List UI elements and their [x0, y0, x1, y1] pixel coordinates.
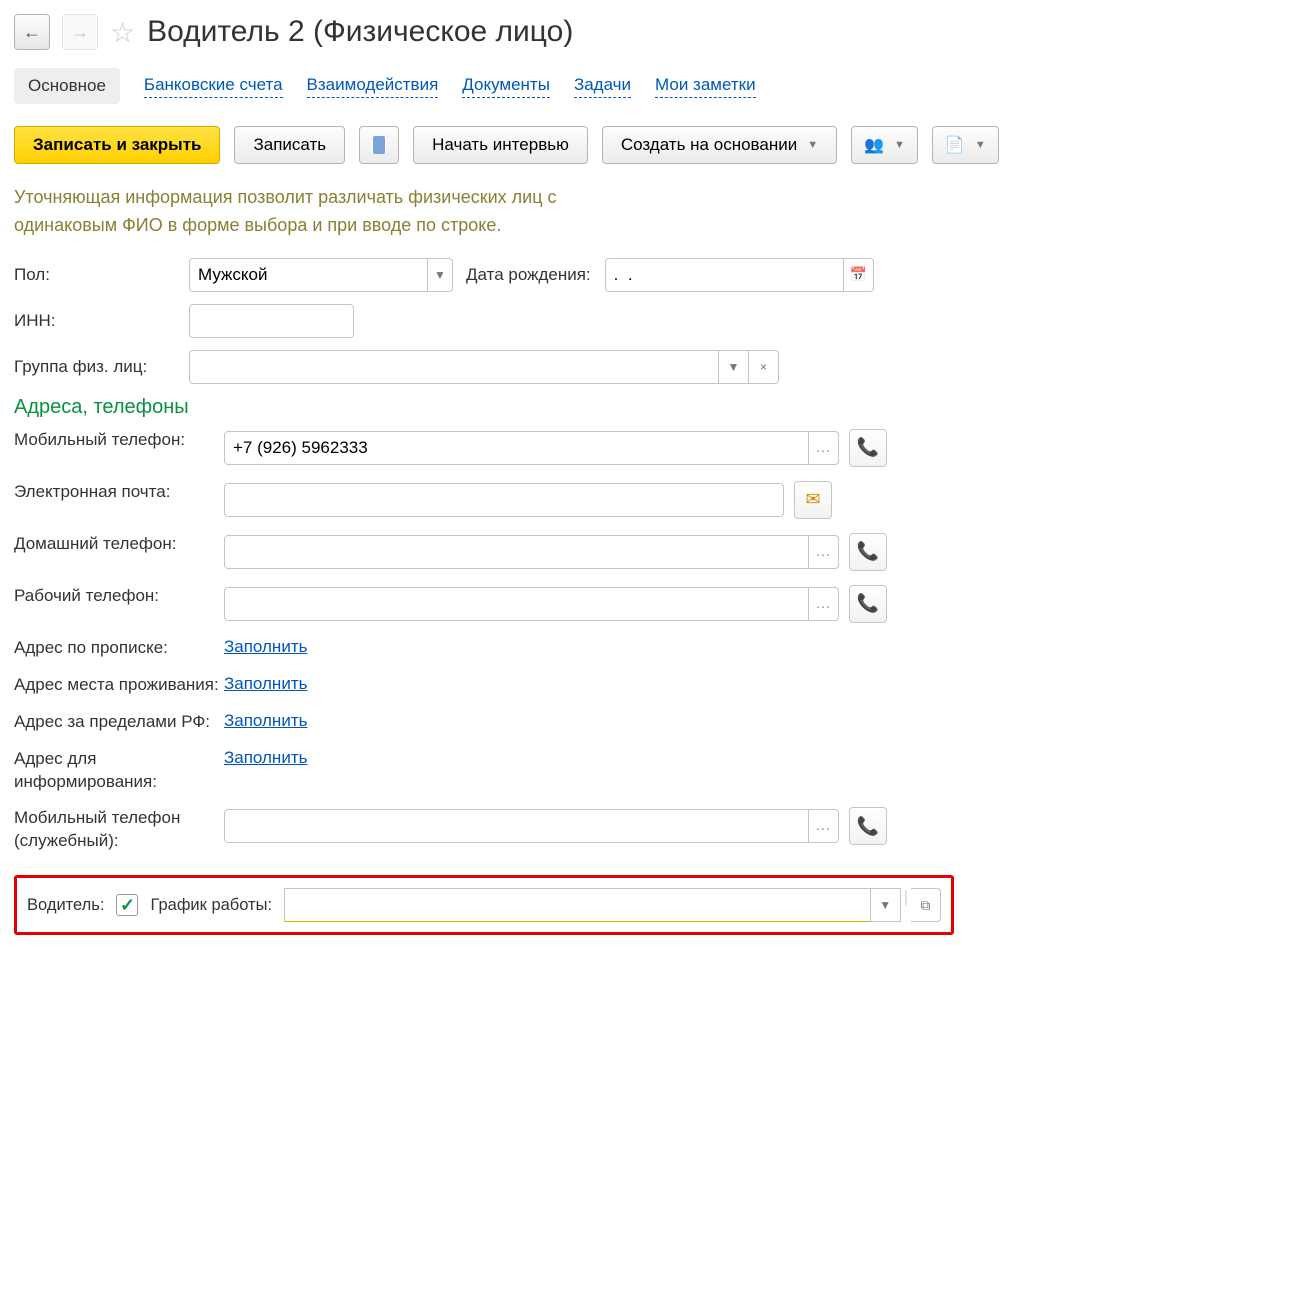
separator: |: [901, 888, 911, 922]
gender-label: Пол:: [14, 265, 189, 285]
home-call-button[interactable]: [849, 533, 887, 571]
addr-notify-label: Адрес для информирования:: [14, 748, 224, 794]
mobile-input[interactable]: [224, 431, 809, 465]
start-interview-button[interactable]: Начать интервью: [413, 126, 588, 164]
mobile-more-button[interactable]: …: [809, 431, 839, 465]
mobile-label: Мобильный телефон:: [14, 429, 224, 452]
group-label: Группа физ. лиц:: [14, 357, 189, 377]
addr-reg-label: Адрес по прописке:: [14, 637, 224, 660]
driver-schedule-bar: Водитель: ✓ График работы: ▼ |: [14, 875, 954, 935]
group-input[interactable]: [189, 350, 719, 384]
hint-text: Уточняющая информация позволит различать…: [14, 184, 604, 240]
group-dropdown-button[interactable]: ▼: [719, 350, 749, 384]
mobile-service-more-button[interactable]: …: [809, 809, 839, 843]
home-phone-input[interactable]: [224, 535, 809, 569]
popout-icon: [921, 897, 931, 914]
schedule-open-button[interactable]: [911, 888, 941, 922]
page-title: Водитель 2 (Физическое лицо): [147, 15, 573, 49]
home-phone-more-button[interactable]: …: [809, 535, 839, 569]
structure-button[interactable]: [359, 126, 399, 164]
email-input[interactable]: [224, 483, 784, 517]
users-menu-button[interactable]: ▼: [851, 126, 918, 164]
gender-select[interactable]: [189, 258, 428, 292]
document-icon: [945, 135, 965, 155]
group-clear-button[interactable]: ×: [749, 350, 779, 384]
tab-my-notes[interactable]: Мои заметки: [655, 75, 756, 98]
doc-menu-button[interactable]: ▼: [932, 126, 999, 164]
dob-label: Дата рождения:: [466, 265, 591, 285]
phone-icon: [857, 541, 879, 562]
favorite-star-icon[interactable]: ☆: [110, 16, 135, 49]
chevron-down-icon: ▼: [807, 139, 818, 151]
schedule-input[interactable]: [284, 888, 871, 922]
gender-dropdown-button[interactable]: ▼: [428, 258, 453, 292]
work-phone-input[interactable]: [224, 587, 809, 621]
database-icon: [372, 136, 386, 154]
people-icon: [864, 135, 884, 155]
phone-icon: [857, 593, 879, 614]
tab-bank-accounts[interactable]: Банковские счета: [144, 75, 283, 98]
addr-reg-fill-link[interactable]: Заполнить: [224, 637, 307, 657]
mobile-service-label: Мобильный телефон (служебный):: [14, 807, 224, 853]
driver-label: Водитель:: [27, 896, 104, 915]
tab-documents[interactable]: Документы: [462, 75, 550, 98]
inn-label: ИНН:: [14, 311, 189, 331]
contacts-section-title: Адреса, телефоны: [14, 396, 1300, 419]
create-based-on-label: Создать на основании: [621, 135, 797, 155]
chevron-down-icon: ▼: [894, 139, 905, 151]
tab-tasks[interactable]: Задачи: [574, 75, 631, 98]
email-label: Электронная почта:: [14, 481, 224, 504]
mobile-service-input[interactable]: [224, 809, 809, 843]
mail-icon: [805, 489, 820, 510]
home-phone-label: Домашний телефон:: [14, 533, 224, 556]
nav-back-button[interactable]: ←: [14, 14, 50, 50]
create-based-on-button[interactable]: Создать на основании ▼: [602, 126, 837, 164]
chevron-down-icon: ▼: [975, 139, 986, 151]
calendar-icon: [849, 266, 866, 283]
addr-live-label: Адрес места проживания:: [14, 674, 224, 697]
phone-icon: [857, 437, 879, 458]
phone-icon: [857, 816, 879, 837]
addr-abroad-fill-link[interactable]: Заполнить: [224, 711, 307, 731]
tab-main[interactable]: Основное: [14, 68, 120, 104]
email-send-button[interactable]: [794, 481, 832, 519]
dob-input[interactable]: [605, 258, 844, 292]
addr-notify-fill-link[interactable]: Заполнить: [224, 748, 307, 768]
save-button[interactable]: Записать: [234, 126, 345, 164]
schedule-dropdown-button[interactable]: ▼: [871, 888, 901, 922]
driver-checkbox[interactable]: ✓: [116, 894, 138, 916]
inn-input[interactable]: [189, 304, 354, 338]
addr-live-fill-link[interactable]: Заполнить: [224, 674, 307, 694]
work-phone-more-button[interactable]: …: [809, 587, 839, 621]
schedule-label: График работы:: [150, 896, 272, 915]
work-phone-label: Рабочий телефон:: [14, 585, 224, 608]
mobile-service-call-button[interactable]: [849, 807, 887, 845]
mobile-call-button[interactable]: [849, 429, 887, 467]
save-and-close-button[interactable]: Записать и закрыть: [14, 126, 220, 164]
nav-forward-button[interactable]: →: [62, 14, 98, 50]
tab-interactions[interactable]: Взаимодействия: [307, 75, 439, 98]
addr-abroad-label: Адрес за пределами РФ:: [14, 711, 224, 734]
work-call-button[interactable]: [849, 585, 887, 623]
dob-calendar-button[interactable]: [844, 258, 874, 292]
